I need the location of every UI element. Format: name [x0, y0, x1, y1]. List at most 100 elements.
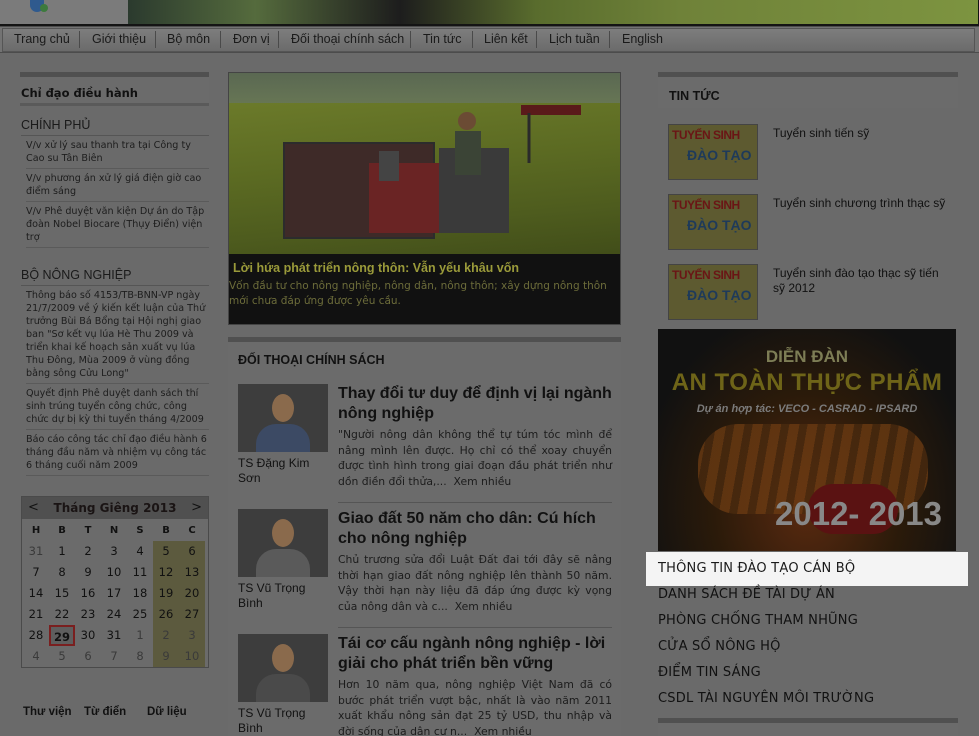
nav-item-departments[interactable]: Bộ môn	[167, 32, 210, 46]
calendar-day[interactable]: 15	[49, 583, 75, 604]
calendar-day[interactable]: 13	[179, 562, 205, 583]
news-thumbnail[interactable]: TUYỂN SINH ĐÀO TẠO	[668, 264, 758, 320]
news-link[interactable]: Tuyển sinh chương trình thạc sỹ	[773, 196, 953, 211]
section-header-direction: Chỉ đạo điều hành	[20, 72, 209, 106]
nav-item-units[interactable]: Đơn vị	[233, 32, 270, 46]
section-title-direction: Chỉ đạo điều hành	[21, 86, 138, 100]
calendar-day[interactable]: 2	[75, 541, 101, 562]
calendar-day[interactable]: 6	[75, 646, 101, 667]
calendar-day[interactable]: 5	[153, 541, 179, 562]
nav-item-news[interactable]: Tin tức	[423, 32, 461, 46]
calendar-day[interactable]: 9	[153, 646, 179, 667]
calendar-day[interactable]: 7	[23, 562, 49, 583]
calendar-day[interactable]: 30	[75, 625, 101, 646]
tool-library[interactable]: Thư viện	[23, 706, 72, 718]
article-author: TS Đặng Kim Sơn	[238, 456, 310, 485]
food-safety-forum-banner[interactable]: DIỄN ĐÀN AN TOÀN THỰC PHẨM Dự án hợp tác…	[658, 329, 956, 551]
calendar-day[interactable]: 22	[49, 604, 75, 625]
right-link-farmer-window[interactable]: CỬA SỔ NÔNG HỘ	[658, 639, 781, 654]
right-link-training[interactable]: THÔNG TIN ĐÀO TẠO CÁN BỘ	[658, 561, 855, 576]
tool-database[interactable]: Dữ liệu	[147, 706, 187, 718]
right-link-env-database[interactable]: CSDL TÀI NGUYÊN MÔI TRƯỜNG	[658, 691, 874, 706]
nav-item-home[interactable]: Trang chủ	[14, 32, 70, 46]
banner-photo-strip	[128, 0, 978, 24]
right-link-project-list[interactable]: DANH SÁCH ĐỀ TÀI DỰ ÁN	[658, 587, 835, 602]
nav-item-about[interactable]: Giới thiệu	[92, 32, 146, 46]
calendar-day[interactable]: 23	[75, 604, 101, 625]
calendar-day[interactable]: 1	[127, 625, 153, 646]
forum-line-2: AN TOÀN THỰC PHẨM	[671, 369, 943, 396]
calendar-widget: < Tháng Giêng 2013 > H B T N S B C 31 1 2 3 4 5 6 7 8 9 1…	[21, 496, 209, 668]
calendar-day[interactable]: 10	[179, 646, 205, 667]
calendar-day[interactable]: 3	[179, 625, 205, 646]
calendar-day[interactable]: 4	[23, 646, 49, 667]
calendar-day[interactable]: 10	[101, 562, 127, 583]
calendar-day[interactable]: 5	[49, 646, 75, 667]
calendar-day[interactable]: 26	[153, 604, 179, 625]
article-thumbnail[interactable]	[238, 634, 328, 702]
news-thumbnail[interactable]: TUYỂN SINH ĐÀO TẠO	[668, 124, 758, 180]
site-logo[interactable]	[0, 0, 128, 24]
nav-item-policy-dialogue[interactable]: Đối thoại chính sách	[291, 32, 404, 46]
calendar-day[interactable]: 21	[23, 604, 49, 625]
calendar-day[interactable]: 2	[153, 625, 179, 646]
read-more-link[interactable]: Xem nhiều	[474, 725, 532, 736]
calendar-day[interactable]: 4	[127, 541, 153, 562]
calendar-day[interactable]: 27	[179, 604, 205, 625]
read-more-link[interactable]: Xem nhiều	[455, 600, 513, 613]
calendar-day[interactable]: 1	[49, 541, 75, 562]
calendar-weekday-label: S	[136, 525, 144, 536]
right-link-anti-corruption[interactable]: PHÒNG CHỐNG THAM NHŨNG	[658, 613, 858, 628]
nav-item-links[interactable]: Liên kết	[484, 32, 528, 46]
article-thumbnail[interactable]	[238, 509, 328, 577]
right-link-morning-news[interactable]: ĐIỂM TIN SÁNG	[658, 665, 761, 680]
calendar-day[interactable]: 3	[101, 541, 127, 562]
nav-item-weekly-schedule[interactable]: Lịch tuần	[549, 32, 600, 46]
read-more-link[interactable]: Xem nhiều	[454, 475, 512, 488]
calendar-day[interactable]: 17	[101, 583, 127, 604]
hero-title[interactable]: Lời hứa phát triển nông thôn: Vẫn yếu kh…	[233, 261, 519, 275]
calendar-day[interactable]: 7	[101, 646, 127, 667]
calendar-day[interactable]: 14	[23, 583, 49, 604]
gov-link[interactable]: V/v xử lý sau thanh tra tại Công ty Cao …	[26, 136, 209, 169]
ministry-link[interactable]: Báo cáo công tác chỉ đạo điều hành 6 thá…	[26, 430, 209, 476]
hero-feature[interactable]: Lời hứa phát triển nông thôn: Vẫn yếu kh…	[228, 72, 621, 325]
article-summary: Chủ trương sửa đổi Luật Đất đai tới đây …	[338, 553, 612, 613]
calendar-day[interactable]: 8	[127, 646, 153, 667]
calendar-day[interactable]: 8	[49, 562, 75, 583]
calendar-day[interactable]: 9	[75, 562, 101, 583]
calendar-day[interactable]: 19	[153, 583, 179, 604]
ministry-heading: BỘ NÔNG NGHIỆP	[21, 268, 209, 286]
gov-link[interactable]: V/v Phê duyệt văn kiện Dự án do Tập đoàn…	[26, 202, 209, 248]
calendar-day[interactable]: 6	[179, 541, 205, 562]
tool-dictionary[interactable]: Từ điển	[84, 706, 126, 718]
article-title[interactable]: Thay đổi tư duy để định vị lại ngành nôn…	[338, 384, 612, 424]
hero-photo	[229, 103, 620, 263]
ministry-link[interactable]: Thông báo số 4153/TB-BNN-VP ngày 21/7/20…	[26, 286, 209, 384]
ministry-link[interactable]: Quyết định Phê duyệt danh sách thí sinh …	[26, 384, 209, 430]
calendar-day[interactable]: 28	[23, 625, 49, 646]
calendar-day[interactable]: 20	[179, 583, 205, 604]
calendar-day[interactable]: 11	[127, 562, 153, 583]
calendar-weekday-label: N	[109, 525, 119, 536]
hero-summary: Vốn đầu tư cho nông nghiệp, nông dân, nô…	[229, 280, 607, 307]
calendar-day[interactable]: 16	[75, 583, 101, 604]
calendar-day[interactable]: 25	[127, 604, 153, 625]
calendar-day[interactable]: 12	[153, 562, 179, 583]
header-banner	[0, 0, 979, 26]
gov-link[interactable]: V/v phương án xử lý giá điện giờ cao điể…	[26, 169, 209, 202]
calendar-day[interactable]: 18	[127, 583, 153, 604]
news-thumbnail[interactable]: TUYỂN SINH ĐÀO TẠO	[668, 194, 758, 250]
article-thumbnail[interactable]	[238, 384, 328, 452]
article-title[interactable]: Giao đất 50 năm cho dân: Cú hích cho nôn…	[338, 509, 612, 549]
calendar-day[interactable]: 31	[23, 541, 49, 562]
calendar-day[interactable]: 24	[101, 604, 127, 625]
nav-item-english[interactable]: English	[622, 32, 663, 46]
right-bottom-section	[658, 718, 958, 736]
calendar-day-today[interactable]: 29	[49, 625, 75, 646]
news-link[interactable]: Tuyển sinh tiến sỹ	[773, 126, 953, 141]
calendar-day[interactable]: 31	[101, 625, 127, 646]
news-link[interactable]: Tuyển sinh đào tạo thạc sỹ tiến sỹ 2012	[773, 266, 953, 296]
article-title[interactable]: Tái cơ cấu ngành nông nghiệp - lời giải …	[338, 634, 612, 674]
calendar-next-button[interactable]: >	[191, 500, 202, 515]
